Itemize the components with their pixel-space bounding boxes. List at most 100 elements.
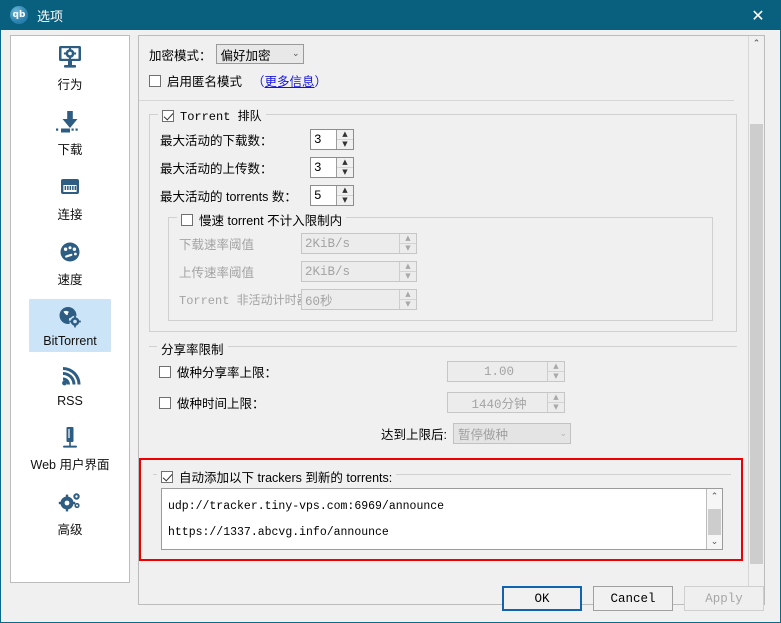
stepper-buttons[interactable]: ▲ ▼: [336, 130, 353, 149]
seeding-time-label: 做种时间上限：: [177, 397, 265, 411]
stepper-up-icon[interactable]: ▲: [337, 186, 353, 196]
apply-button: Apply: [684, 586, 764, 611]
settings-content: 加密模式： 偏好加密 ⌄ 启用匿名模式 （更多信息） Torrent 排队 最大…: [139, 36, 750, 558]
limit-reached-action-value: 暂停做种: [458, 428, 509, 442]
encryption-mode-select[interactable]: 偏好加密 ⌄: [215, 44, 304, 64]
scrollbar-thumb[interactable]: [708, 509, 721, 535]
globe-gear-icon: [55, 302, 85, 332]
sidebar-item-webui[interactable]: Web 用户界面: [11, 416, 129, 481]
settings-sidebar[interactable]: 行为 下载 连接 速度 BitTorrent RSS Web 用户界面 高级: [10, 35, 130, 583]
max-active-downloads-stepper[interactable]: 3 ▲ ▼: [310, 129, 354, 150]
download-rate-threshold-label: 下载速率阈值: [179, 238, 255, 252]
seeding-ratio-stepper: 1.00 ▲ ▼: [447, 361, 565, 382]
sidebar-item-label: Web 用户界面: [30, 458, 110, 472]
seeding-time-value: 1440分钟: [471, 398, 527, 412]
stepper-buttons: ▲ ▼: [399, 262, 416, 281]
tracker-line: https://1337.abcvg.info/announce: [168, 526, 389, 539]
stepper-up-icon[interactable]: ▲: [337, 158, 353, 168]
qbittorrent-logo-icon: qb: [10, 6, 28, 24]
server-icon: [56, 422, 84, 452]
chevron-down-icon: ⌄: [291, 49, 300, 59]
max-active-uploads-stepper[interactable]: 3 ▲ ▼: [310, 157, 354, 178]
max-active-torrents-stepper[interactable]: 5 ▲ ▼: [310, 185, 354, 206]
sidebar-item-rss[interactable]: RSS: [11, 356, 129, 416]
close-icon[interactable]: ✕: [735, 0, 781, 30]
sidebar-item-behavior[interactable]: 行为: [11, 36, 129, 101]
max-active-uploads-value: 3: [314, 160, 322, 175]
auto-add-trackers-checkbox[interactable]: [161, 470, 173, 483]
cancel-button[interactable]: Cancel: [593, 586, 673, 611]
stepper-down-icon: ▼: [405, 300, 411, 308]
stepper-buttons[interactable]: ▲ ▼: [336, 186, 353, 205]
more-info-link-text: 更多信息: [264, 75, 315, 89]
trackers-scrollbar[interactable]: ⌃ ⌄: [706, 489, 722, 549]
auto-trackers-label: 自动添加以下 trackers 到新的 torrents:: [179, 471, 393, 485]
max-active-torrents-label: 最大活动的 torrents 数：: [160, 190, 297, 204]
seeding-time-checkbox[interactable]: [159, 396, 171, 409]
auto-trackers-title: 自动添加以下 trackers 到新的 torrents:: [157, 467, 397, 486]
sidebar-item-bittorrent[interactable]: BitTorrent: [11, 296, 129, 356]
scroll-down-icon[interactable]: ⌄: [707, 534, 722, 549]
stepper-buttons[interactable]: ▲ ▼: [336, 158, 353, 177]
seeding-ratio-row: 做种分享率上限： 1.00 ▲ ▼: [159, 361, 727, 382]
sidebar-item-label: RSS: [57, 394, 83, 408]
slow-torrents-checkbox[interactable]: [181, 213, 193, 226]
options-dialog: qb 选项 ✕ 行为 下载 连接 速度 BitTorrent RSS Web 用…: [0, 0, 781, 623]
stepper-down-icon[interactable]: ▼: [337, 140, 353, 149]
ok-button[interactable]: OK: [502, 586, 582, 611]
stepper-up-icon: ▲: [548, 362, 564, 372]
scroll-up-icon[interactable]: ⌃: [749, 36, 764, 52]
sidebar-item-label: 高级: [57, 523, 83, 537]
encryption-mode-row: 加密模式： 偏好加密 ⌄: [149, 44, 740, 64]
seeding-ratio-checkbox[interactable]: [159, 365, 171, 378]
torrent-queueing-checkbox[interactable]: [162, 109, 174, 122]
max-active-downloads-row: 最大活动的下载数： 3 ▲ ▼: [160, 129, 726, 150]
anonymous-mode-checkbox[interactable]: [149, 74, 161, 87]
slow-torrents-title: 慢速 torrent 不计入限制内: [177, 210, 347, 229]
tracker-line: udp://tracker.tiny-vps.com:6969/announce: [168, 500, 445, 513]
chevron-down-icon: ⌄: [559, 428, 567, 439]
seeding-time-row: 做种时间上限： 1440分钟 ▲ ▼: [159, 392, 727, 413]
scrollbar-thumb[interactable]: [750, 124, 763, 564]
stepper-up-icon: ▲: [400, 290, 416, 300]
stepper-down-icon[interactable]: ▼: [337, 168, 353, 177]
trackers-textarea[interactable]: udp://tracker.tiny-vps.com:6969/announce…: [161, 488, 723, 550]
monitor-gear-icon: [56, 42, 84, 72]
stepper-up-icon[interactable]: ▲: [337, 130, 353, 140]
title-bar: qb 选项 ✕: [0, 0, 781, 30]
sidebar-item-downloads[interactable]: 下载: [11, 101, 129, 166]
sidebar-item-speed[interactable]: 速度: [11, 231, 129, 296]
stepper-buttons: ▲ ▼: [399, 290, 416, 309]
speedometer-icon: [56, 237, 84, 267]
sidebar-item-label: BitTorrent: [43, 334, 97, 348]
window-title: 选项: [37, 8, 64, 24]
gears-icon: [56, 487, 84, 517]
sidebar-item-advanced[interactable]: 高级: [11, 481, 129, 546]
torrent-inactivity-timer-row: Torrent 非活动计时器 60秒 ▲ ▼: [179, 289, 702, 310]
section-divider: [139, 100, 734, 101]
max-active-downloads-label: 最大活动的下载数：: [160, 134, 273, 148]
anonymous-mode-label: 启用匿名模式: [167, 75, 243, 89]
more-info-link[interactable]: （更多信息）: [252, 71, 327, 90]
stepper-up-icon: ▲: [548, 393, 564, 403]
bittorrent-settings-pane: 加密模式： 偏好加密 ⌄ 启用匿名模式 （更多信息） Torrent 排队 最大…: [138, 35, 765, 605]
slow-torrents-label: 慢速 torrent 不计入限制内: [199, 214, 343, 228]
seeding-time-stepper: 1440分钟 ▲ ▼: [447, 392, 565, 413]
network-plug-icon: [56, 172, 84, 202]
max-active-uploads-row: 最大活动的上传数： 3 ▲ ▼: [160, 157, 726, 178]
stepper-buttons: ▲ ▼: [547, 362, 564, 381]
scroll-up-icon[interactable]: ⌃: [707, 489, 722, 504]
settings-pane-scrollbar[interactable]: ⌃ ⌄: [748, 36, 764, 604]
sidebar-item-connection[interactable]: 连接: [11, 166, 129, 231]
seeding-ratio-label: 做种分享率上限：: [177, 366, 278, 380]
upload-rate-threshold-stepper: 2KiB/s ▲ ▼: [301, 261, 417, 282]
sidebar-item-label: 连接: [57, 208, 83, 222]
sidebar-item-label: 下载: [57, 143, 83, 157]
sidebar-item-label: 速度: [57, 273, 83, 287]
upload-rate-threshold-label: 上传速率阈值: [179, 266, 255, 280]
tracker-line: udp://tracker.torrent.eu.org:451/announc…: [168, 546, 704, 549]
stepper-down-icon[interactable]: ▼: [337, 196, 353, 205]
auto-trackers-group: 自动添加以下 trackers 到新的 torrents: udp://trac…: [153, 467, 731, 558]
limit-reached-action-select: 暂停做种 ⌄: [453, 423, 571, 444]
max-active-torrents-value: 5: [314, 188, 322, 203]
